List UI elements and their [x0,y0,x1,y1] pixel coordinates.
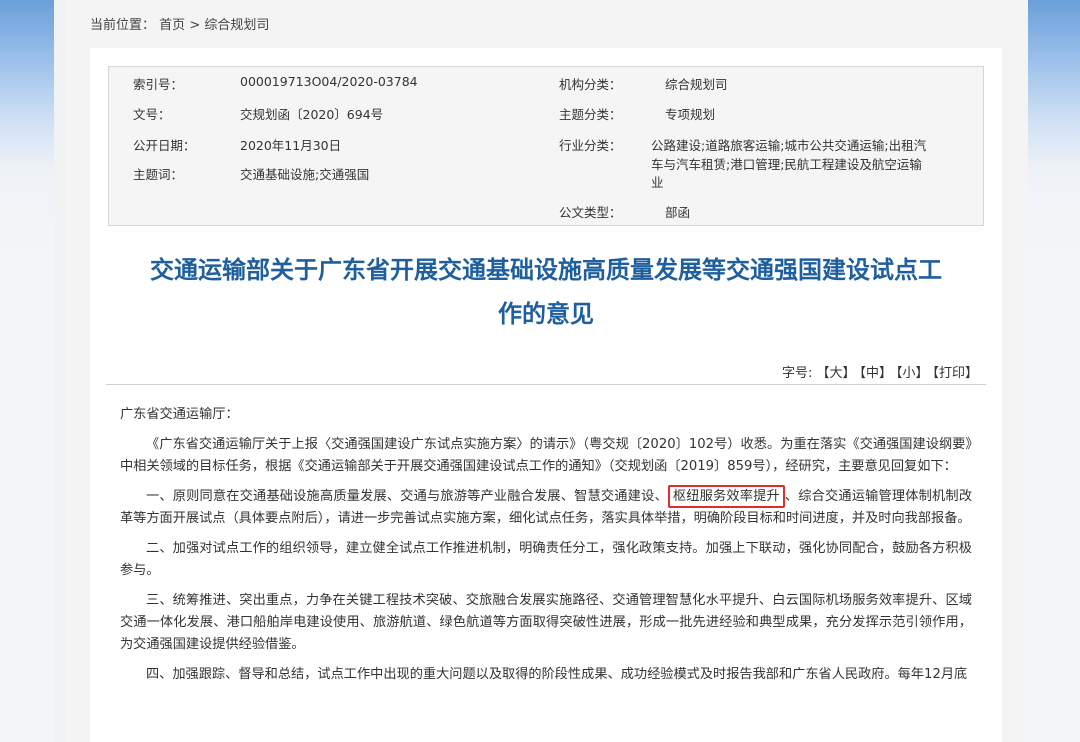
date-label: 公开日期： [133,138,196,153]
org-label: 机构分类： [559,77,622,92]
right-background [1026,0,1080,742]
paragraph-5: 四、加强跟踪、督导和总结，试点工作中出现的重大问题以及取得的阶段性成果、成功经验… [146,667,968,682]
paragraph-4: 三、统筹推进、突出重点，力争在关键工程技术突破、交旅融合发展实施路径、交通管理智… [120,593,972,652]
font-small-button[interactable]: 【小】 [896,366,929,381]
font-size-toolbar: 字号: 【大】 【中】 【小】 【打印】 [782,362,978,381]
date-value: 2020年11月30日 [240,138,342,153]
keywords-value: 交通基础设施;交通强国 [240,167,370,182]
index-label: 索引号： [133,77,184,92]
breadcrumb-prefix: 当前位置： [90,18,156,33]
topic-label: 主题分类： [559,107,622,122]
breadcrumb: 当前位置： 首页 > 综合规划司 [90,14,269,33]
salutation: 广东省交通运输厅： [120,407,239,422]
print-button[interactable]: 【打印】 [932,366,978,381]
document-panel: 索引号： 000019713O04/2020-03784 机构分类： 综合规划司… [90,48,1002,742]
breadcrumb-separator: > [189,18,201,33]
breadcrumb-current-link[interactable]: 综合规划司 [204,18,269,33]
industry-label: 行业分类： [559,138,622,153]
highlighted-phrase: 枢纽服务效率提升 [667,485,785,508]
keywords-label: 主题词： [133,167,184,182]
docno-value: 交规划函〔2020〕694号 [240,107,384,122]
paragraph-3: 二、加强对试点工作的组织领导，建立健全试点工作推进机制，明确责任分工，强化政策支… [120,541,972,578]
left-background [0,0,54,742]
industry-value-line1: 公路建设;道路旅客运输;城市公共交通运输;出租汽 [651,138,927,153]
font-medium-button[interactable]: 【中】 [859,366,892,381]
font-large-button[interactable]: 【大】 [816,366,855,381]
document-metadata: 索引号： 000019713O04/2020-03784 机构分类： 综合规划司… [108,66,984,226]
paragraph-1: 《广东省交通运输厅关于上报〈交通强国建设广东试点实施方案〉的请示》（粤交规〔20… [120,437,972,474]
title-line-1: 交通运输部关于广东省开展交通基础设施高质量发展等交通强国建设试点工 [150,256,942,284]
industry-value-line2: 车与汽车租赁;港口管理;民航工程建设及航空运输 [651,157,922,172]
font-size-label: 字号: [782,366,813,381]
title-line-2: 作的意见 [498,300,594,328]
document-title: 交通运输部关于广东省开展交通基础设施高质量发展等交通强国建设试点工 作的意见 [90,248,1002,336]
docno-label: 文号： [133,107,171,122]
doctype-label: 公文类型： [559,205,622,220]
org-value: 综合规划司 [665,77,728,92]
title-divider [106,384,986,385]
topic-value: 专项规划 [665,107,716,122]
paragraph-2: 一、原则同意在交通基础设施高质量发展、交通与旅游等产业融合发展、智慧交通建设、枢… [120,485,972,530]
paragraph-2-before: 一、原则同意在交通基础设施高质量发展、交通与旅游等产业融合发展、智慧交通建设、 [146,489,668,504]
breadcrumb-home-link[interactable]: 首页 [159,18,185,33]
document-body: 广东省交通运输厅： 《广东省交通运输厅关于上报〈交通强国建设广东试点实施方案〉的… [120,404,972,694]
doctype-value: 部函 [665,205,691,220]
index-value: 000019713O04/2020-03784 [240,74,418,89]
page-container: 当前位置： 首页 > 综合规划司 索引号： 000019713O04/2020-… [66,0,1028,742]
industry-value-line3: 业 [651,175,664,190]
